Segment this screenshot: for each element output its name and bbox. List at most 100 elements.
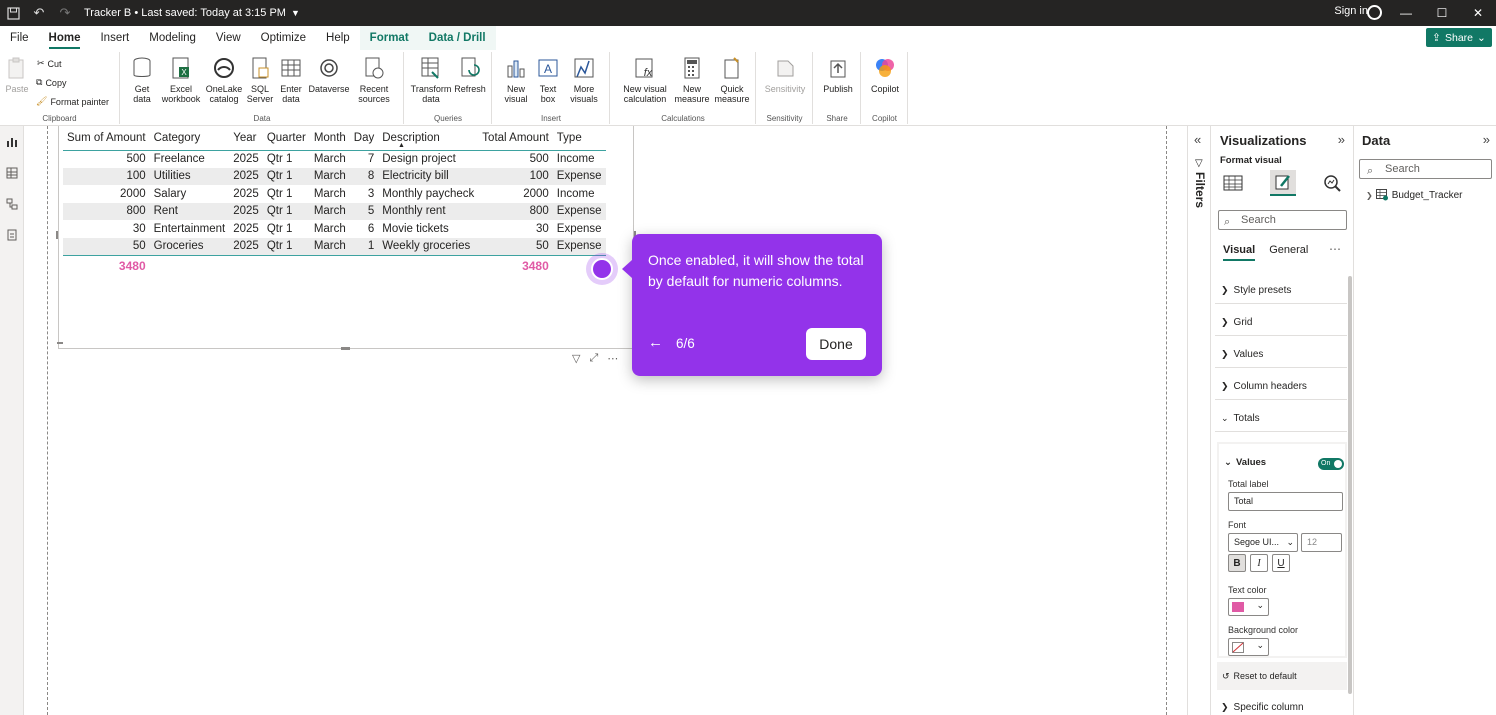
column-header[interactable]: Sum of Amount [63,126,150,151]
tab-optimize[interactable]: Optimize [251,26,316,50]
refresh-button[interactable]: Refresh [453,54,487,94]
values-subsection[interactable]: ⌄ Values [1224,457,1266,468]
tab-home[interactable]: Home [39,26,91,50]
tab-format[interactable]: Format [359,26,419,50]
report-canvas[interactable]: Sum of Amount Category Year Quarter Mont… [24,126,1187,715]
table-row[interactable]: 30 Entertainment 2025 Qtr 1 March 6 Movi… [63,220,606,238]
resize-handle[interactable] [57,342,63,344]
quick-measure-button[interactable]: Quick measure [713,54,751,104]
column-header[interactable]: Category [149,126,230,151]
section-values[interactable]: ❯ Values [1215,342,1347,368]
new-measure-button[interactable]: New measure [673,54,711,104]
resize-handle[interactable] [56,231,58,239]
filter-icon[interactable]: ▽ [572,352,580,365]
collapse-chevron-icon[interactable]: » [1338,132,1345,147]
data-table-item[interactable]: ❯ Budget_Tracker [1366,189,1462,201]
text-box-button[interactable]: A Text box [533,54,563,104]
copy-button[interactable]: ⧉ Copy [36,77,66,88]
new-visual-calculation-button[interactable]: fx New visual calculation [619,54,671,104]
share-button[interactable]: ⇪ Share ⌄ [1426,28,1492,47]
background-color-picker[interactable]: ⌄ [1228,638,1269,656]
total-label-input[interactable]: Total [1228,492,1343,511]
underline-button[interactable]: U [1272,554,1290,572]
data-search-input[interactable]: ⌕ Search [1359,159,1492,179]
report-view-icon[interactable] [0,126,24,157]
font-family-select[interactable]: Segoe UI... ⌄ [1228,533,1298,552]
close-icon[interactable]: ✕ [1460,0,1496,26]
section-column-headers[interactable]: ❯ Column headers [1215,374,1347,400]
table-row[interactable]: 2000 Salary 2025 Qtr 1 March 3 Monthly p… [63,185,606,203]
user-icon[interactable] [1367,5,1382,20]
tab-help[interactable]: Help [316,26,360,50]
resize-handle[interactable] [341,347,350,350]
get-data-button[interactable]: Get data [127,54,157,104]
publish-button[interactable]: Publish [820,54,856,94]
new-visual-button[interactable]: New visual [501,54,531,104]
copilot-button[interactable]: Copilot [867,54,903,94]
more-options-icon[interactable]: ⋯ [607,352,618,365]
tab-visual[interactable]: Visual [1223,244,1256,261]
analytics-icon[interactable] [1319,170,1345,196]
maximize-icon[interactable]: ☐ [1424,0,1460,26]
model-view-icon[interactable] [0,188,24,219]
more-visuals-button[interactable]: More visuals [565,54,603,104]
column-header[interactable]: Total Amount [478,126,553,151]
italic-button[interactable]: I [1250,554,1268,572]
section-style-presets[interactable]: ❯ Style presets [1215,278,1347,304]
table-row[interactable]: 800 Rent 2025 Qtr 1 March 5 Monthly rent… [63,202,606,220]
collapse-chevron-icon[interactable]: » [1483,132,1490,147]
tab-general[interactable]: General [1269,244,1308,261]
table-view-icon[interactable] [0,157,24,188]
tab-data-drill[interactable]: Data / Drill [418,26,496,50]
tab-modeling[interactable]: Modeling [139,26,206,50]
column-header[interactable]: Month [309,126,350,151]
column-header-sorted[interactable]: Description [378,126,479,151]
bold-button[interactable]: B [1228,554,1246,572]
format-visual-icon[interactable] [1269,170,1296,196]
sign-in-link[interactable]: Sign in [1334,5,1368,17]
text-color-picker[interactable]: ⌄ [1228,598,1269,616]
minimize-icon[interactable]: — [1388,0,1424,26]
tab-insert[interactable]: Insert [90,26,139,50]
enter-data-button[interactable]: Enter data [276,54,306,104]
undo-icon[interactable]: ↶ [26,0,52,26]
column-header[interactable]: Type [552,126,606,151]
excel-workbook-button[interactable]: X Excel workbook [159,54,203,104]
table-row[interactable]: 500 Freelance 2025 Qtr 1 March 7 Design … [63,150,606,168]
cut-button[interactable]: ✂ Cut [37,58,62,69]
expand-chevron-icon[interactable]: « [1194,132,1201,147]
document-title[interactable]: Tracker B • Last saved: Today at 3:15 PM [84,7,286,19]
section-specific-column[interactable]: ❯ Specific column [1215,694,1347,715]
back-arrow-icon[interactable]: ← [648,334,663,351]
save-icon[interactable] [0,0,26,26]
reset-to-default-button[interactable]: ↺ Reset to default [1217,662,1347,690]
done-button[interactable]: Done [806,328,866,360]
focus-mode-icon[interactable]: ⤢ [589,352,598,365]
table-row[interactable]: 100 Utilities 2025 Qtr 1 March 8 Electri… [63,167,606,185]
font-size-stepper[interactable]: 12 [1301,533,1342,552]
recent-sources-button[interactable]: Recent sources [353,54,395,104]
table-visual[interactable]: Sum of Amount Category Year Quarter Mont… [56,126,637,350]
column-header[interactable]: Quarter [262,126,310,151]
more-options-icon[interactable]: ⋯ [1329,242,1341,256]
build-visual-icon[interactable] [1220,170,1246,196]
sql-server-button[interactable]: SQL Server [245,54,275,104]
transform-data-button[interactable]: Transform data [411,54,451,104]
paste-button[interactable]: Paste [4,54,30,94]
column-header[interactable]: Day [349,126,379,151]
section-totals[interactable]: ⌄ Totals [1215,406,1347,432]
sensitivity-button[interactable]: Sensitivity [763,54,807,94]
filters-pane-collapsed[interactable]: « ▽ Filters [1187,126,1211,715]
values-toggle[interactable]: On [1318,458,1344,470]
column-header[interactable]: Year [229,126,263,151]
scrollbar[interactable] [1348,276,1352,694]
format-painter-button[interactable]: 🖌 Format painter [36,96,109,107]
chevron-down-icon[interactable]: ▼ [291,8,300,18]
tour-hotspot[interactable] [586,253,618,285]
redo-icon[interactable]: ↷ [52,0,78,26]
tab-view[interactable]: View [206,26,251,50]
dataverse-button[interactable]: Dataverse [307,54,351,94]
table-row[interactable]: 50 Groceries 2025 Qtr 1 March 1 Weekly g… [63,237,606,255]
section-grid[interactable]: ❯ Grid [1215,310,1347,336]
dax-query-view-icon[interactable] [0,219,24,250]
